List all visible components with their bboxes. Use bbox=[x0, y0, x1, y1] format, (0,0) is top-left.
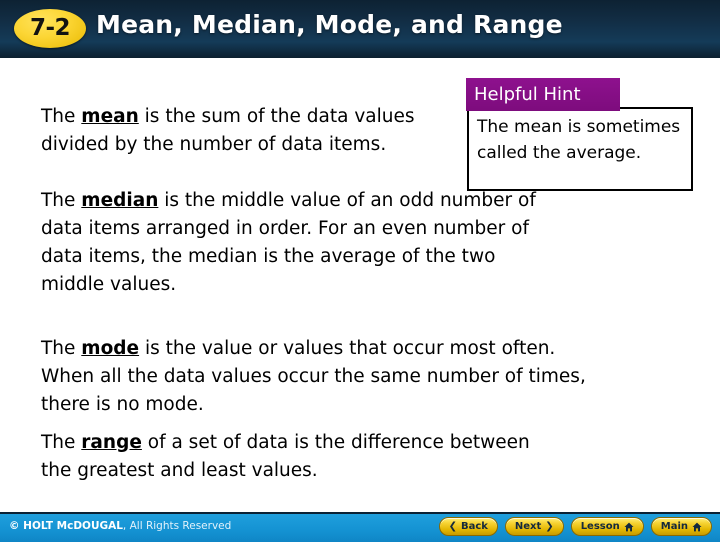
helpful-hint-text: The mean is sometimes called the average… bbox=[477, 117, 681, 163]
main-home-button[interactable]: Main bbox=[650, 517, 712, 536]
term-mean: mean bbox=[81, 105, 139, 127]
chevron-right-icon: ❯ bbox=[545, 520, 554, 532]
copyright-rights: , All Rights Reserved bbox=[122, 520, 232, 532]
copyright-notice: © HOLT McDOUGAL, All Rights Reserved bbox=[9, 520, 231, 532]
lesson-home-button[interactable]: Lesson bbox=[570, 517, 644, 536]
slide-footer: © HOLT McDOUGAL, All Rights Reserved ❮ B… bbox=[0, 512, 720, 542]
paragraph-mode-prefix: The bbox=[41, 337, 82, 359]
chevron-left-icon: ❮ bbox=[448, 520, 457, 532]
lesson-number-label: 7-2 bbox=[29, 15, 71, 41]
helpful-hint-header: Helpful Hint bbox=[466, 78, 620, 111]
paragraph-range-prefix: The bbox=[41, 431, 82, 453]
term-mode: mode bbox=[81, 337, 140, 359]
helpful-hint-label: Helpful Hint bbox=[474, 84, 581, 105]
home-icon bbox=[692, 522, 702, 532]
slide-content: The mean is the sum of the data values d… bbox=[0, 58, 720, 512]
paragraph-range: The range of a set of data is the differ… bbox=[41, 429, 561, 485]
paragraph-mean: The mean is the sum of the data values d… bbox=[41, 103, 441, 159]
paragraph-mode: The mode is the value or values that occ… bbox=[41, 335, 601, 419]
paragraph-mean-prefix: The bbox=[41, 105, 82, 127]
term-median: median bbox=[81, 189, 159, 211]
lesson-number-badge: 7-2 bbox=[14, 9, 86, 48]
helpful-hint-body: The mean is sometimes called the average… bbox=[467, 107, 693, 191]
lesson-home-button-label: Lesson bbox=[580, 520, 620, 532]
term-range: range bbox=[81, 431, 142, 453]
home-icon bbox=[624, 522, 634, 532]
navigation-buttons: ❮ Back Next ❯ Lesson Main bbox=[438, 517, 712, 536]
back-button-label: Back bbox=[460, 520, 488, 532]
back-button[interactable]: ❮ Back bbox=[438, 517, 498, 536]
next-button-label: Next bbox=[514, 520, 542, 532]
page-title: Mean, Median, Mode, and Range bbox=[96, 10, 563, 39]
paragraph-median-prefix: The bbox=[41, 189, 82, 211]
paragraph-median: The median is the middle value of an odd… bbox=[41, 187, 551, 299]
main-home-button-label: Main bbox=[660, 520, 688, 532]
next-button[interactable]: Next ❯ bbox=[504, 517, 564, 536]
slide-header: 7-2 Mean, Median, Mode, and Range bbox=[0, 0, 720, 58]
copyright-publisher: © HOLT McDOUGAL bbox=[9, 520, 123, 532]
